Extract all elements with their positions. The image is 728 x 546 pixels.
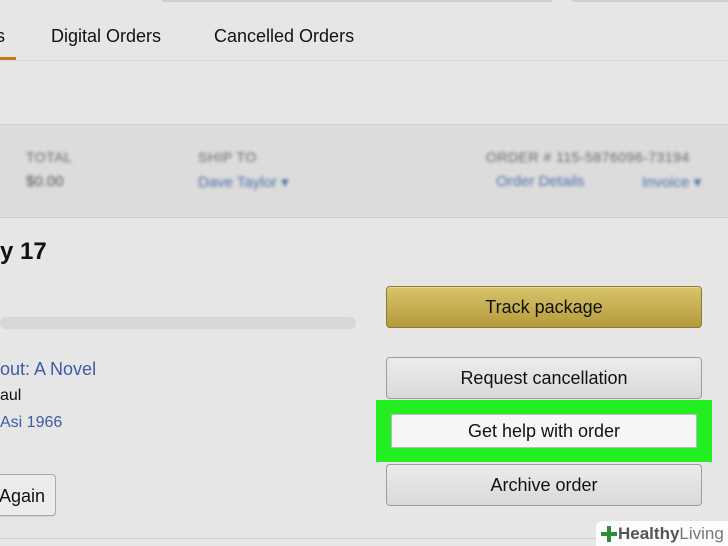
ship-to-link[interactable]: Dave Taylor ▾ (198, 173, 289, 191)
item-author: aul (0, 387, 22, 404)
tab-digital-orders[interactable]: Digital Orders (51, 26, 161, 47)
request-cancellation-button[interactable]: Request cancellation (386, 357, 702, 399)
delivery-date-heading: y 17 (0, 238, 47, 265)
order-summary-header: TOTAL $0.00 SHIP TO Dave Taylor ▾ ORDER … (0, 124, 728, 218)
invoice-link[interactable]: Invoice ▾ (642, 173, 701, 191)
archive-order-button[interactable]: Archive order (386, 464, 702, 506)
tab-orders[interactable]: s (0, 26, 5, 47)
top-divider (162, 0, 552, 2)
leaf-cross-icon (601, 526, 617, 542)
watermark-brand-light: Living (679, 524, 724, 543)
get-help-button[interactable]: Get help with order (391, 414, 697, 448)
total-value: $0.00 (26, 173, 64, 190)
order-details-link[interactable]: Order Details (496, 173, 584, 190)
tab-cancelled-orders[interactable]: Cancelled Orders (214, 26, 354, 47)
shipment-progress-bar (0, 317, 356, 329)
ship-to-label: SHIP TO (198, 149, 257, 165)
track-package-button[interactable]: Track package (386, 286, 702, 328)
bottom-divider (0, 538, 600, 539)
item-seller-link[interactable]: Asi 1966 (0, 414, 62, 432)
item-title-link[interactable]: out: A Novel (0, 359, 96, 380)
top-divider-right (572, 0, 728, 2)
buy-again-button[interactable]: Again (0, 474, 56, 516)
tabs-divider (0, 60, 728, 61)
order-number: ORDER # 115-5876096-73194 (486, 149, 690, 165)
watermark: HealthyLiving (596, 521, 728, 546)
watermark-brand-bold: Healthy (618, 524, 680, 543)
watermark-text: HealthyLiving (618, 524, 724, 544)
total-label: TOTAL (26, 149, 73, 165)
